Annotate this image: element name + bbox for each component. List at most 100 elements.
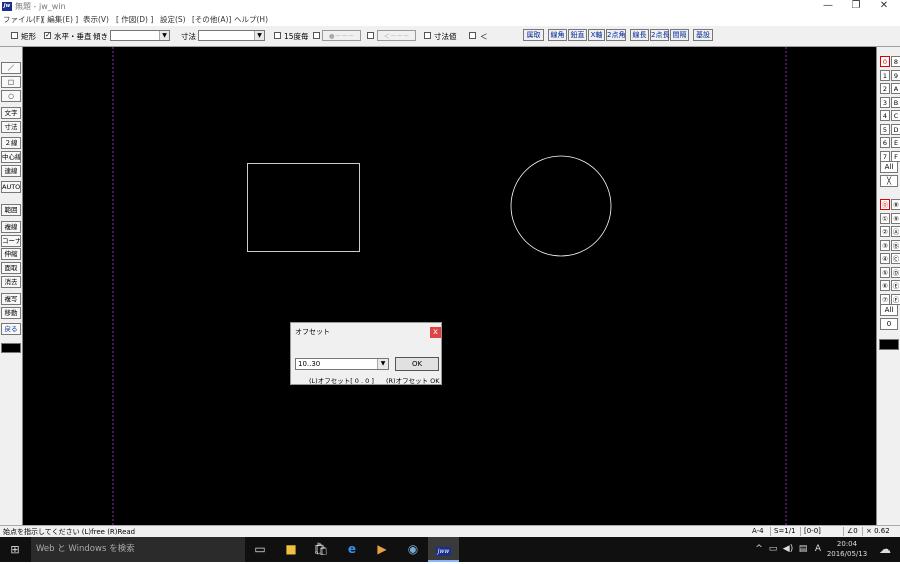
zoom-indicator[interactable]: × 0.62 bbox=[862, 527, 890, 536]
angle-combo[interactable]: ▼ bbox=[110, 30, 170, 41]
tool-range[interactable]: 範囲 bbox=[1, 204, 21, 216]
tool-erase[interactable]: 消去 bbox=[1, 276, 21, 288]
layer-button-c[interactable]: C bbox=[891, 110, 900, 121]
tool-center-line[interactable]: 中心線 bbox=[1, 151, 21, 163]
layer-button-6[interactable]: 6 bbox=[880, 137, 890, 148]
layer-button-9[interactable]: 9 bbox=[891, 69, 900, 81]
file-explorer-icon[interactable]: ■ bbox=[276, 537, 306, 562]
two-point-angle-button[interactable]: 2点角 bbox=[606, 29, 626, 41]
drawn-circle[interactable] bbox=[510, 155, 612, 257]
start-windows-icon[interactable]: ⊞ bbox=[0, 537, 30, 562]
tool-double-line[interactable]: ２線 bbox=[1, 137, 21, 149]
angle-indicator[interactable]: ∠0 bbox=[843, 527, 858, 536]
maximize-button[interactable]: ❐ bbox=[842, 0, 870, 13]
tool-stretch[interactable]: 伸縮 bbox=[1, 248, 21, 260]
tool-continuous-line[interactable]: 連線 bbox=[1, 165, 21, 177]
dim-combo[interactable]: ▼ bbox=[198, 30, 265, 41]
offset-value-combo[interactable]: 10..30 ▼ bbox=[295, 358, 389, 370]
scale-indicator[interactable]: S=1/1 bbox=[770, 527, 796, 536]
minimize-button[interactable]: — bbox=[814, 0, 842, 13]
jw-cad-taskbar-icon[interactable]: Jww bbox=[428, 537, 459, 562]
tool-dimension[interactable]: 寸法 bbox=[1, 121, 21, 133]
drawn-rectangle[interactable] bbox=[247, 163, 360, 252]
undo-button[interactable]: 戻る bbox=[1, 323, 21, 335]
app-icon[interactable]: ◉ bbox=[398, 537, 428, 562]
tool-move[interactable]: 移動 bbox=[1, 307, 21, 319]
paper-size[interactable]: A-4 bbox=[752, 527, 764, 535]
taskbar-search-box[interactable]: Web と Windows を検索 bbox=[31, 537, 245, 562]
rect-checkbox[interactable] bbox=[11, 32, 18, 39]
hv-checkbox[interactable]: ✓ bbox=[44, 32, 51, 39]
layer-group-button-6-1[interactable]: Ⓔ bbox=[891, 280, 900, 291]
lt-checkbox[interactable] bbox=[469, 32, 476, 39]
menu-file[interactable]: ファイル(F) bbox=[3, 14, 43, 25]
menu-view[interactable]: 表示(V) bbox=[83, 14, 109, 25]
layer-group-button-0-1[interactable]: ⑧ bbox=[891, 199, 900, 210]
drawing-canvas[interactable] bbox=[23, 47, 876, 525]
layer-button-f[interactable]: F bbox=[891, 150, 900, 162]
line-angle-button[interactable]: 線角 bbox=[548, 29, 567, 41]
layer-all-button[interactable]: All bbox=[880, 161, 898, 173]
layer-group-button-2-0[interactable]: ② bbox=[880, 226, 890, 237]
layer-group-button-2-1[interactable]: Ⓐ bbox=[891, 226, 900, 237]
tool-circle[interactable]: ○ bbox=[1, 90, 21, 102]
layer-indicator[interactable]: [0-0] bbox=[800, 527, 821, 536]
layer-button-8[interactable]: 8 bbox=[891, 56, 900, 67]
x-axis-button[interactable]: X軸 bbox=[588, 29, 605, 41]
menu-help[interactable]: ヘルプ(H) bbox=[234, 14, 268, 25]
clock[interactable]: 20:04 2016/05/13 bbox=[826, 537, 868, 562]
close-button[interactable]: ✕ bbox=[870, 0, 898, 13]
layer-button-7[interactable]: 7 bbox=[880, 150, 890, 162]
edge-browser-icon[interactable]: e bbox=[337, 537, 367, 562]
gray1-button[interactable]: ●－－－ bbox=[322, 30, 361, 41]
tool-offset[interactable]: 複線 bbox=[1, 221, 21, 233]
layer-group-button-5-1[interactable]: Ⓓ bbox=[891, 266, 900, 278]
gray2-checkbox[interactable] bbox=[367, 32, 374, 39]
tool-rectangle[interactable]: □ bbox=[1, 76, 21, 88]
layer-button-b[interactable]: B bbox=[891, 96, 900, 108]
layer-group-button-0-0[interactable]: ⓪ bbox=[880, 199, 890, 210]
menu-edit[interactable]: [ 編集(E) ] bbox=[42, 14, 78, 25]
layer-group-button-7-0[interactable]: ⑦ bbox=[880, 293, 890, 305]
chevron-down-icon[interactable]: ▼ bbox=[377, 359, 388, 369]
task-view-icon[interactable]: ▭ bbox=[245, 537, 275, 562]
menu-draw[interactable]: [ 作図(D) ] bbox=[116, 14, 153, 25]
gray2-button[interactable]: ＜－－－ bbox=[377, 30, 416, 41]
base-set-button[interactable]: 基設 bbox=[693, 29, 713, 41]
layer-button-d[interactable]: D bbox=[891, 123, 900, 135]
tool-corner[interactable]: コーナー bbox=[1, 235, 21, 247]
volume-icon[interactable]: ◀) bbox=[780, 537, 796, 562]
layer-group-button-1-0[interactable]: ① bbox=[880, 212, 890, 224]
layer-group-button-7-1[interactable]: Ⓕ bbox=[891, 293, 900, 305]
layer-group-button-5-0[interactable]: ⑤ bbox=[880, 266, 890, 278]
vertical-button[interactable]: 鉛直 bbox=[568, 29, 587, 41]
attr-take-button[interactable]: 属取 bbox=[523, 29, 544, 41]
layer-group-button-3-1[interactable]: Ⓑ bbox=[891, 239, 900, 251]
line-length-button[interactable]: 線長 bbox=[630, 29, 649, 41]
two-point-length-button[interactable]: 2点長 bbox=[650, 29, 669, 41]
interval-button[interactable]: 間隔 bbox=[670, 29, 689, 41]
layer-button-2[interactable]: 2 bbox=[880, 83, 890, 94]
tray-expand-icon[interactable]: ^ bbox=[752, 537, 766, 562]
layer-group-button-4-0[interactable]: ④ bbox=[880, 253, 890, 264]
gray1-checkbox[interactable] bbox=[313, 32, 320, 39]
layer-cross-button[interactable]: ╳ bbox=[880, 175, 898, 187]
notification-message-icon[interactable]: ▤ bbox=[796, 537, 810, 562]
layer-button-1[interactable]: 1 bbox=[880, 69, 890, 81]
layer-color-swatch[interactable] bbox=[879, 339, 899, 350]
layer-button-3[interactable]: 3 bbox=[880, 96, 890, 108]
layer-button-5[interactable]: 5 bbox=[880, 123, 890, 135]
dimval-checkbox[interactable] bbox=[424, 32, 431, 39]
layer-group-button-3-0[interactable]: ③ bbox=[880, 239, 890, 251]
layer-button-e[interactable]: E bbox=[891, 137, 900, 148]
tool-text[interactable]: 文字 bbox=[1, 107, 21, 119]
menu-other[interactable]: [その他(A)] bbox=[192, 14, 231, 25]
action-center-icon[interactable]: ☁ bbox=[872, 537, 898, 562]
menu-settings[interactable]: 設定(S) bbox=[160, 14, 186, 25]
deg15-checkbox[interactable] bbox=[274, 32, 281, 39]
dialog-ok-button[interactable]: OK bbox=[395, 357, 439, 371]
layer-group-button-6-0[interactable]: ⑥ bbox=[880, 280, 890, 291]
tool-copy[interactable]: 複写 bbox=[1, 293, 21, 305]
layer-group-button-4-1[interactable]: Ⓒ bbox=[891, 253, 900, 264]
group-zero-button[interactable]: 0 bbox=[880, 318, 898, 330]
